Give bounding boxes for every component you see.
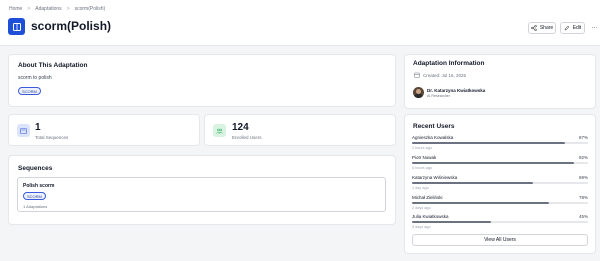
about-description: scorm to polish <box>18 75 52 81</box>
enrolled-users-count: 124 <box>232 122 249 133</box>
more-icon: ··· <box>591 25 598 31</box>
breadcrumb: Home > Adaptations > scorm(Polish) <box>9 6 105 12</box>
book-icon <box>8 18 25 35</box>
user-progress-percent: 45% <box>578 214 588 219</box>
user-row: Katarzyna Wiśniewska 69% 1 day ago <box>412 175 588 193</box>
sequences-stat-card: 1 Total Sequences <box>8 114 200 146</box>
calendar-icon <box>414 72 420 78</box>
sequence-badge: SCORM <box>23 192 46 200</box>
user-last-active: 2 hours ago <box>412 146 433 150</box>
sequence-meta: 1 Adaptations <box>23 204 48 209</box>
progress-fill <box>412 202 550 204</box>
user-name: Julia Kwiatkowska <box>412 214 449 219</box>
progress-track <box>412 221 588 223</box>
scorm-badge: SCORM <box>18 87 41 95</box>
sequences-count: 1 <box>35 122 41 133</box>
sequence-title: Polish scorm <box>23 183 55 189</box>
share-button[interactable]: Share <box>528 22 556 34</box>
users-stat-card: 124 Enrolled Users <box>204 114 396 146</box>
view-all-users-button[interactable]: View All Users <box>412 234 588 246</box>
user-progress-percent: 92% <box>578 155 588 160</box>
info-heading: Adaptation Information <box>413 60 485 67</box>
progress-track <box>412 142 588 144</box>
about-heading: About This Adaptation <box>18 62 88 69</box>
breadcrumb-separator: > <box>66 6 70 12</box>
sequences-heading: Sequences <box>18 165 53 172</box>
progress-fill <box>412 142 566 144</box>
progress-fill <box>412 162 574 164</box>
sequences-icon <box>17 124 30 137</box>
author-role: AI Researcher <box>427 94 450 98</box>
user-progress-percent: 78% <box>578 195 588 200</box>
breadcrumb-separator: > <box>27 6 31 12</box>
sequence-item[interactable]: Polish scorm SCORM 1 Adaptations <box>17 177 386 212</box>
page-title: scorm(Polish) <box>31 19 112 33</box>
user-row: Michał Zieliński 78% 2 days ago <box>412 195 588 213</box>
about-card: About This Adaptation scorm to polish SC… <box>8 54 396 107</box>
created-date: Created: Jul 16, 2025 <box>423 73 467 78</box>
user-name: Michał Zieliński <box>412 195 443 200</box>
user-progress-percent: 69% <box>578 175 588 180</box>
user-last-active: 3 days ago <box>412 225 431 229</box>
user-progress-percent: 87% <box>578 135 588 140</box>
progress-fill <box>412 182 534 184</box>
avatar <box>413 87 424 98</box>
page-header: Home > Adaptations > scorm(Polish) scorm… <box>0 0 600 46</box>
progress-track <box>412 162 588 164</box>
user-last-active: 1 day ago <box>412 186 429 190</box>
user-row: Agnieszka Kowalska 87% 2 hours ago <box>412 135 588 153</box>
user-last-active: 5 hours ago <box>412 166 433 170</box>
edit-label: Edit <box>572 25 582 31</box>
progress-fill <box>412 221 492 223</box>
more-options-button[interactable]: ··· <box>589 22 600 34</box>
user-row: Piotr Nowak 92% 5 hours ago <box>412 155 588 173</box>
progress-track <box>412 202 588 204</box>
share-icon <box>530 25 537 31</box>
enrolled-users-label: Enrolled Users <box>232 135 262 140</box>
users-icon <box>213 124 226 137</box>
user-last-active: 2 days ago <box>412 206 431 210</box>
user-name: Agnieszka Kowalska <box>412 135 454 140</box>
pencil-icon <box>564 25 569 31</box>
share-label: Share <box>539 25 554 31</box>
user-name: Piotr Nowak <box>412 155 437 160</box>
sequences-label: Total Sequences <box>35 135 69 140</box>
recent-users-heading: Recent Users <box>413 123 455 130</box>
edit-button[interactable]: Edit <box>560 22 585 34</box>
progress-track <box>412 182 588 184</box>
breadcrumb-adaptations[interactable]: Adaptations <box>35 6 61 12</box>
breadcrumb-current: scorm(Polish) <box>74 6 106 12</box>
author-name: Dr. Katarzyna Kwiatkowska <box>427 88 486 93</box>
adaptation-info-card: Adaptation Information Created: Jul 16, … <box>404 54 596 109</box>
user-row: Julia Kwiatkowska 45% 3 days ago <box>412 214 588 232</box>
user-name: Katarzyna Wiśniewska <box>412 175 458 180</box>
breadcrumb-home[interactable]: Home <box>9 6 22 12</box>
